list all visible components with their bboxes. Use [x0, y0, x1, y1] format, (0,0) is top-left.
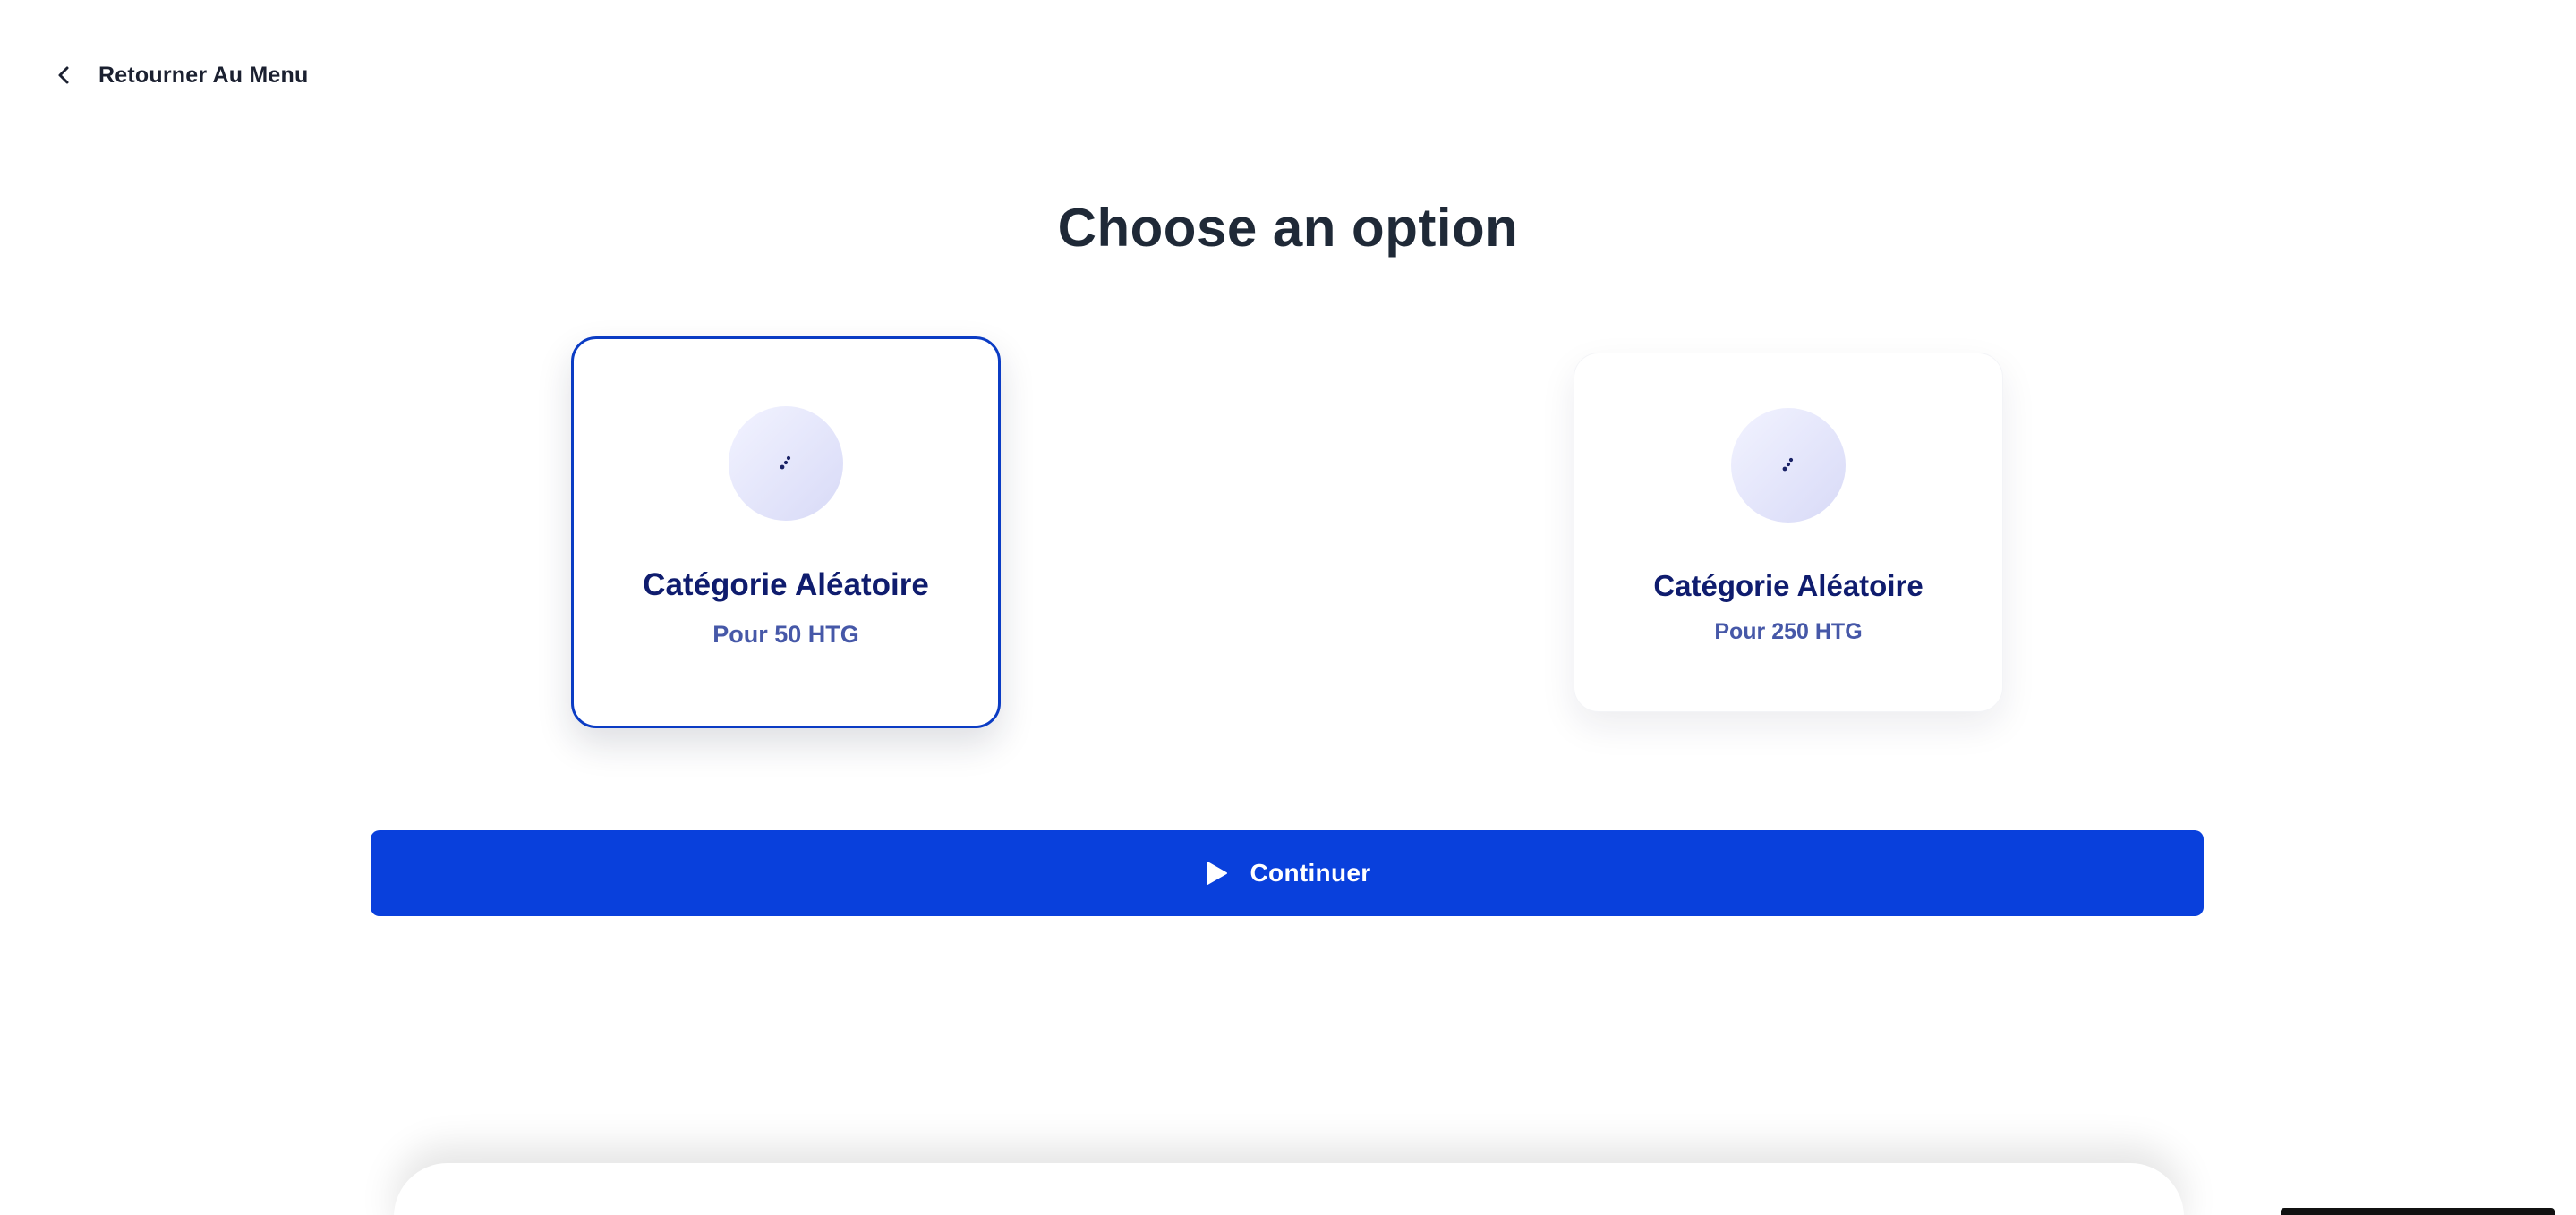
option-selection-screen: Retourner Au Menu Choose an option Catég… — [0, 0, 2576, 1215]
page-title: Choose an option — [1057, 198, 1519, 258]
back-to-menu-link[interactable]: Retourner Au Menu — [52, 55, 308, 95]
option-card-250-htg[interactable]: Catégorie Aléatoire Pour 250 HTG — [1574, 353, 2003, 712]
chevron-left-icon — [52, 63, 77, 88]
option-card-50-htg[interactable]: Catégorie Aléatoire Pour 50 HTG — [571, 336, 1001, 728]
option-icon-circle — [1731, 408, 1846, 523]
option-price: Pour 50 HTG — [712, 621, 859, 648]
bottom-sheet-edge — [394, 1163, 2184, 1215]
dice-dots-icon — [780, 455, 791, 470]
back-link-label: Retourner Au Menu — [98, 62, 309, 88]
corner-bar — [2281, 1208, 2555, 1215]
option-price: Pour 250 HTG — [1714, 619, 1863, 644]
play-icon — [1204, 860, 1229, 887]
option-title: Catégorie Aléatoire — [1653, 569, 1923, 602]
option-title: Catégorie Aléatoire — [643, 567, 929, 602]
option-icon-circle — [729, 406, 843, 521]
continue-button[interactable]: Continuer — [371, 830, 2204, 916]
dice-dots-icon — [1782, 457, 1794, 472]
continue-button-label: Continuer — [1250, 859, 1371, 887]
